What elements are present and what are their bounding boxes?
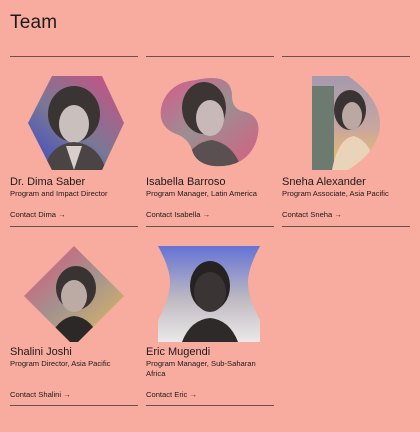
portrait-eric [146,238,274,342]
member-name: Isabella Barroso [146,176,226,188]
arrow-right-icon: → [189,390,198,399]
divider [10,226,138,227]
portrait-isabella [146,66,274,170]
member-role: Program Manager, Sub-Saharan Africa [146,359,256,378]
member-role: Program Director, Asia Pacific [10,359,111,368]
portrait-shalini [10,238,138,342]
divider [282,226,410,227]
contact-link-eric[interactable]: Contact Eric → [146,390,197,400]
member-role: Program Associate, Asia Pacific [282,189,389,198]
contact-label: Contact Shalini [10,390,62,399]
divider [146,405,274,406]
divider [282,56,410,57]
portrait-dima [10,66,138,170]
arrow-right-icon: → [63,390,71,399]
contact-link-shalini[interactable]: Contact Shalini → [10,390,71,400]
contact-link-sneha[interactable]: Contact Sneha → [282,210,342,220]
member-role: Program Manager, Latin America [146,189,258,198]
member-name: Shalini Joshi [10,346,72,358]
member-name: Eric Mugendi [146,346,211,358]
divider [146,56,274,57]
member-role: Program and Impact Director [10,189,108,198]
page-title: Team [10,12,58,33]
contact-label: Contact Dima [10,210,57,219]
contact-link-dima[interactable]: Contact Dima → [10,210,66,220]
contact-label: Contact Eric [146,390,188,399]
portrait-sneha [282,66,410,170]
arrow-right-icon: → [58,210,66,219]
arrow-right-icon: → [202,210,211,219]
contact-link-isabella[interactable]: Contact Isabella → [146,210,210,220]
arrow-right-icon: → [334,210,342,219]
contact-label: Contact Sneha [282,210,333,219]
divider [10,405,138,406]
divider [10,56,138,57]
contact-label: Contact Isabella [146,210,201,219]
divider [146,226,274,227]
member-name: Sneha Alexander [282,176,366,188]
member-name: Dr. Dima Saber [10,176,86,188]
